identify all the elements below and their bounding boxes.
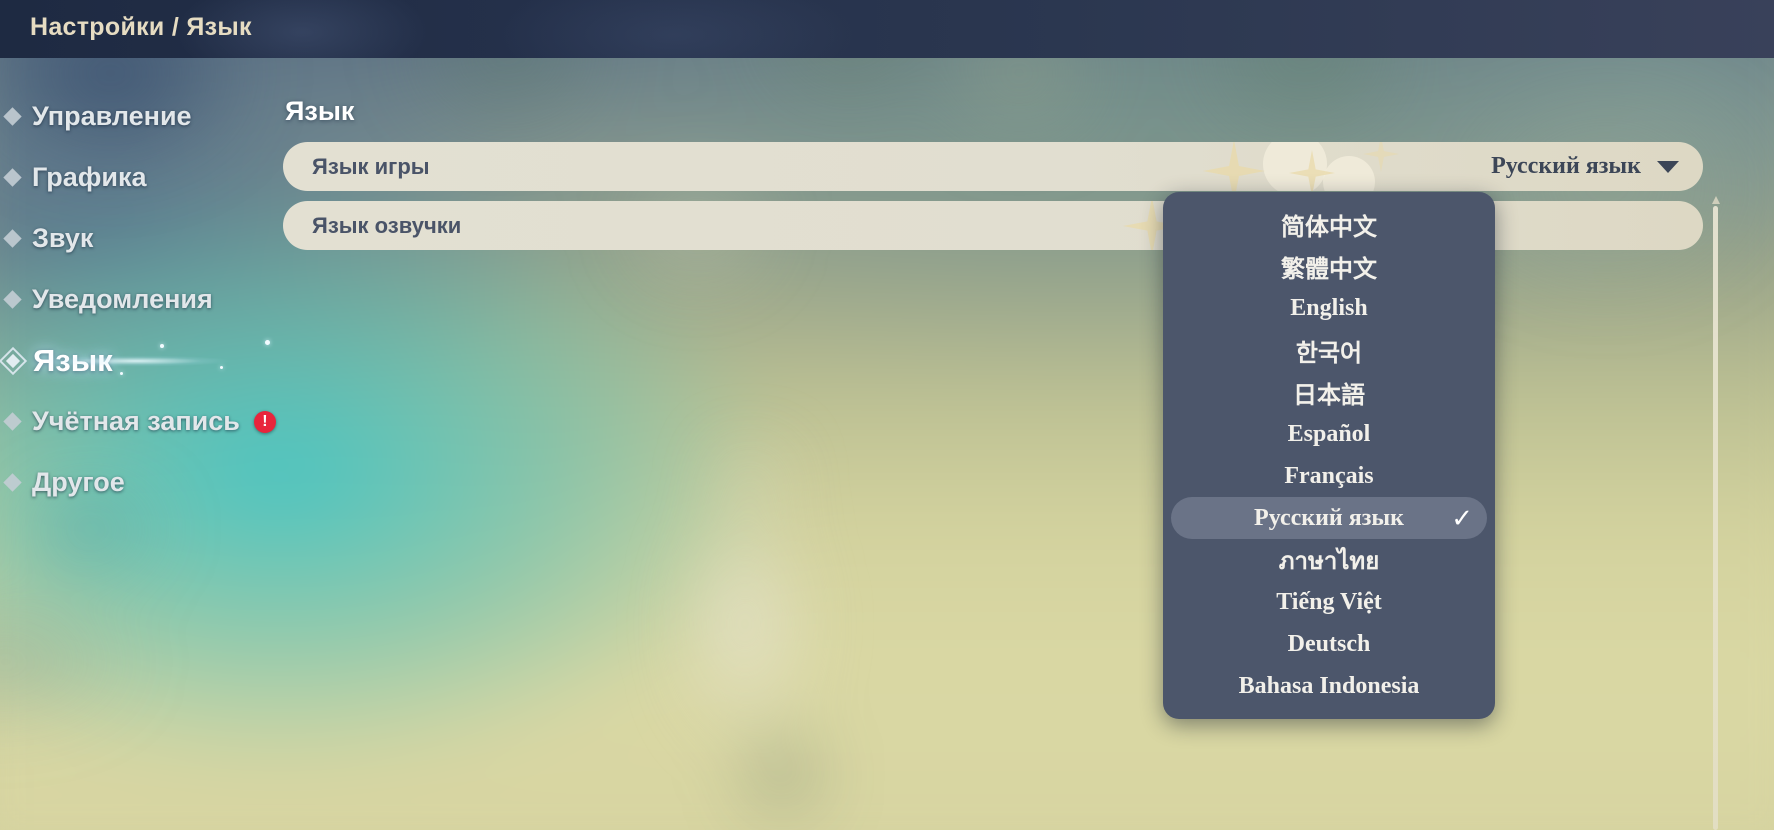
dropdown-option[interactable]: 한국어: [1171, 329, 1487, 371]
sidebar-item-graphics[interactable]: Графика: [0, 147, 300, 208]
dropdown-option-label: 日本語: [1293, 382, 1365, 409]
row-decoration: [283, 142, 1703, 191]
diamond-bullet-icon: [3, 229, 22, 248]
sparkle-star-icon: [1289, 150, 1335, 191]
sidebar-item-audio[interactable]: Звук: [0, 208, 300, 269]
diamond-bullet-icon: [3, 290, 22, 309]
sidebar-item-language[interactable]: Язык: [0, 330, 300, 391]
sparkle-star-icon: [1203, 142, 1265, 191]
deco-circle: [1263, 142, 1327, 191]
dropdown-option-selected[interactable]: Русский язык ✓: [1171, 497, 1487, 539]
dropdown-option-label: 繁體中文: [1281, 256, 1377, 283]
dropdown-option[interactable]: 日本語: [1171, 371, 1487, 413]
dropdown-option-label: English: [1290, 294, 1368, 321]
dropdown-option[interactable]: Español: [1171, 413, 1487, 455]
dropdown-option-label: 简体中文: [1281, 214, 1377, 241]
vertical-scrollbar[interactable]: [1712, 196, 1720, 830]
row-value: Русский язык: [1491, 153, 1641, 179]
sparkle-star-icon: [1363, 142, 1399, 172]
settings-sidebar: Управление Графика Звук Уведомления Язык…: [0, 86, 300, 513]
breadcrumb: Настройки / Язык: [30, 13, 252, 41]
sidebar-item-account[interactable]: Учётная запись !: [0, 391, 300, 452]
sidebar-item-other[interactable]: Другое: [0, 452, 300, 513]
sidebar-item-label: Графика: [32, 162, 147, 192]
diamond-bullet-icon: [3, 412, 22, 431]
dropdown-option[interactable]: Français: [1171, 455, 1487, 497]
dropdown-option-label: Deutsch: [1287, 630, 1371, 657]
alert-badge-icon: !: [253, 410, 276, 433]
dropdown-option[interactable]: ภาษาไทย: [1171, 539, 1487, 581]
sidebar-item-label: Управление: [32, 101, 192, 131]
sidebar-item-label: Другое: [32, 467, 125, 497]
dropdown-option[interactable]: Deutsch: [1171, 623, 1487, 665]
dropdown-option-label: Français: [1284, 462, 1374, 489]
chevron-down-icon[interactable]: [1657, 160, 1679, 173]
scrollbar-thumb[interactable]: [1713, 206, 1718, 830]
diamond-bullet-selected-icon: [0, 346, 28, 375]
dropdown-option-label: Bahasa Indonesia: [1238, 672, 1420, 699]
sparkle-particle: [160, 344, 164, 348]
row-label: Язык озвучки: [312, 212, 462, 238]
chevron-up-icon: [1712, 196, 1720, 204]
check-icon: ✓: [1451, 503, 1473, 533]
sparkle-particle: [220, 366, 223, 369]
dropdown-option-label: 한국어: [1295, 340, 1363, 367]
language-dropdown-menu: 简体中文 繁體中文 English 한국어 日本語 Español França…: [1163, 192, 1495, 719]
diamond-bullet-icon: [3, 107, 22, 126]
dropdown-option-label: ภาษาไทย: [1278, 548, 1380, 575]
row-label: Язык игры: [312, 153, 430, 179]
row-game-language[interactable]: Язык игры Русский язык: [283, 142, 1703, 191]
sparkle-particle: [265, 340, 270, 345]
dropdown-option[interactable]: English: [1171, 287, 1487, 329]
header-glow: [0, 0, 1774, 58]
sidebar-item-label: Звук: [32, 223, 94, 253]
dropdown-option[interactable]: 繁體中文: [1171, 245, 1487, 287]
sidebar-item-label: Уведомления: [32, 284, 213, 314]
dropdown-option[interactable]: 简体中文: [1171, 203, 1487, 245]
sidebar-item-controls[interactable]: Управление: [0, 86, 300, 147]
sparkle-particle: [120, 372, 123, 375]
dropdown-option[interactable]: Bahasa Indonesia: [1171, 665, 1487, 707]
sidebar-item-label: Учётная запись: [32, 406, 240, 436]
dropdown-option-label: Español: [1287, 420, 1371, 447]
dropdown-option[interactable]: Tiếng Việt: [1171, 581, 1487, 623]
dropdown-option-label: Русский язык: [1254, 504, 1404, 531]
sidebar-item-notifications[interactable]: Уведомления: [0, 269, 300, 330]
page-title: Язык: [285, 96, 355, 126]
dropdown-option-label: Tiếng Việt: [1276, 588, 1382, 615]
diamond-bullet-icon: [3, 473, 22, 492]
deco-circle: [1323, 156, 1375, 191]
game-settings-screen: Настройки / Язык Управление Графика Звук…: [0, 0, 1774, 830]
sidebar-item-label: Язык: [33, 342, 113, 378]
settings-header-bar: Настройки / Язык: [0, 0, 1774, 58]
diamond-bullet-icon: [3, 168, 22, 187]
